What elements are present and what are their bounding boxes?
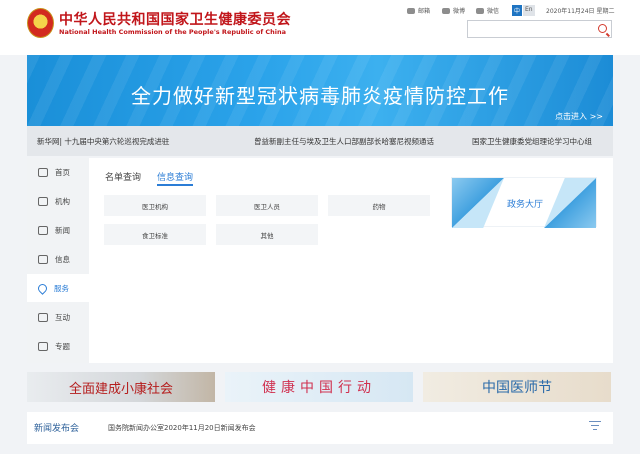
- press-item-link[interactable]: 国务院新闻办公室2020年11月20日新闻发布会: [108, 423, 256, 433]
- site-subtitle: National Health Commission of the People…: [59, 28, 287, 36]
- promo-text: 全面建成小康社会: [68, 381, 173, 397]
- national-emblem-icon[interactable]: [27, 8, 54, 38]
- nav-item-news[interactable]: 新闻: [27, 216, 89, 244]
- news-ticker: 新华网| 十九届中央第六轮巡视完成进驻 曾益新副主任与埃及卫生人口部副部长哈塞尼…: [27, 126, 613, 156]
- promo-text: 健康中国行动: [262, 380, 376, 396]
- mail-link[interactable]: 邮箱: [407, 6, 430, 15]
- org-icon: [38, 196, 48, 206]
- epidemic-banner[interactable]: 全力做好新型冠状病毒肺炎疫情防控工作 点击进入 >>: [27, 55, 613, 126]
- search-icon[interactable]: [598, 24, 607, 33]
- mail-icon: [407, 7, 415, 14]
- lang-en-button[interactable]: En: [523, 5, 535, 16]
- current-date: 2020年11月24日 星期二: [546, 8, 615, 15]
- site-header: 中华人民共和国国家卫生健康委员会 National Health Commiss…: [0, 0, 640, 55]
- side-nav: 首页 机构 新闻 信息 服务 互动 专题: [27, 158, 89, 363]
- nav-item-info[interactable]: 信息: [27, 245, 89, 273]
- nav-item-interact[interactable]: 互动: [27, 303, 89, 331]
- promo-banner-doctors-day[interactable]: 中国医师节: [423, 372, 611, 402]
- press-conference-bar: 新闻发布会 国务院新闻办公室2020年11月20日新闻发布会: [27, 412, 613, 444]
- press-title[interactable]: 新闻发布会: [34, 421, 79, 434]
- query-button-medical-staff[interactable]: 医卫人员: [216, 195, 318, 216]
- menu-icon[interactable]: [589, 421, 601, 431]
- site-title[interactable]: 中华人民共和国国家卫生健康委员会: [59, 9, 291, 29]
- chat-icon: [38, 312, 48, 322]
- ticker-item[interactable]: 曾益新副主任与埃及卫生人口部副部长哈塞尼视频通话: [254, 136, 434, 147]
- nav-item-topic[interactable]: 专题: [27, 332, 89, 360]
- promo-text: 中国医师节: [482, 380, 552, 396]
- home-icon: [38, 167, 48, 177]
- tab-info-query[interactable]: 信息查询: [157, 170, 194, 186]
- promo-banner-healthy-china[interactable]: 健康中国行动: [225, 372, 413, 402]
- news-icon: [38, 225, 48, 235]
- gov-affairs-hall[interactable]: 政务大厅: [451, 177, 597, 228]
- query-button-food-standard[interactable]: 食卫标准: [104, 224, 206, 245]
- wechat-icon: [476, 7, 484, 14]
- search-box: [467, 20, 612, 43]
- heart-icon: [36, 281, 49, 295]
- lang-zh-button[interactable]: 中: [512, 5, 523, 16]
- info-icon: [38, 254, 48, 264]
- tab-list-query[interactable]: 名单查询: [105, 170, 141, 183]
- tag-icon: [38, 341, 48, 351]
- banner-title: 全力做好新型冠状病毒肺炎疫情防控工作: [131, 84, 509, 108]
- nav-item-service[interactable]: 服务: [27, 274, 89, 302]
- search-input[interactable]: [468, 26, 596, 43]
- weibo-icon: [442, 7, 450, 14]
- nav-item-org[interactable]: 机构: [27, 187, 89, 215]
- query-button-medical-institution[interactable]: 医卫机构: [104, 195, 206, 216]
- query-button-other[interactable]: 其他: [216, 224, 318, 245]
- ticker-item[interactable]: 新华网| 十九届中央第六轮巡视完成进驻: [37, 136, 169, 147]
- query-button-drugs[interactable]: 药物: [328, 195, 430, 216]
- gov-affairs-hall-label: 政务大厅: [506, 200, 543, 210]
- nav-item-home[interactable]: 首页: [27, 158, 89, 186]
- wechat-link[interactable]: 微信: [476, 6, 499, 15]
- ticker-item[interactable]: 国家卫生健康委党组理论学习中心组: [472, 136, 592, 147]
- banner-enter-link[interactable]: 点击进入 >>: [555, 111, 603, 122]
- weibo-link[interactable]: 微博: [442, 6, 465, 15]
- promo-banner-xiaokang[interactable]: 全面建成小康社会: [27, 372, 215, 402]
- language-switch: 中 En: [512, 5, 535, 16]
- service-panel: 首页 机构 新闻 信息 服务 互动 专题 名单查询 信息查询 医卫机构 医卫人员…: [27, 158, 613, 363]
